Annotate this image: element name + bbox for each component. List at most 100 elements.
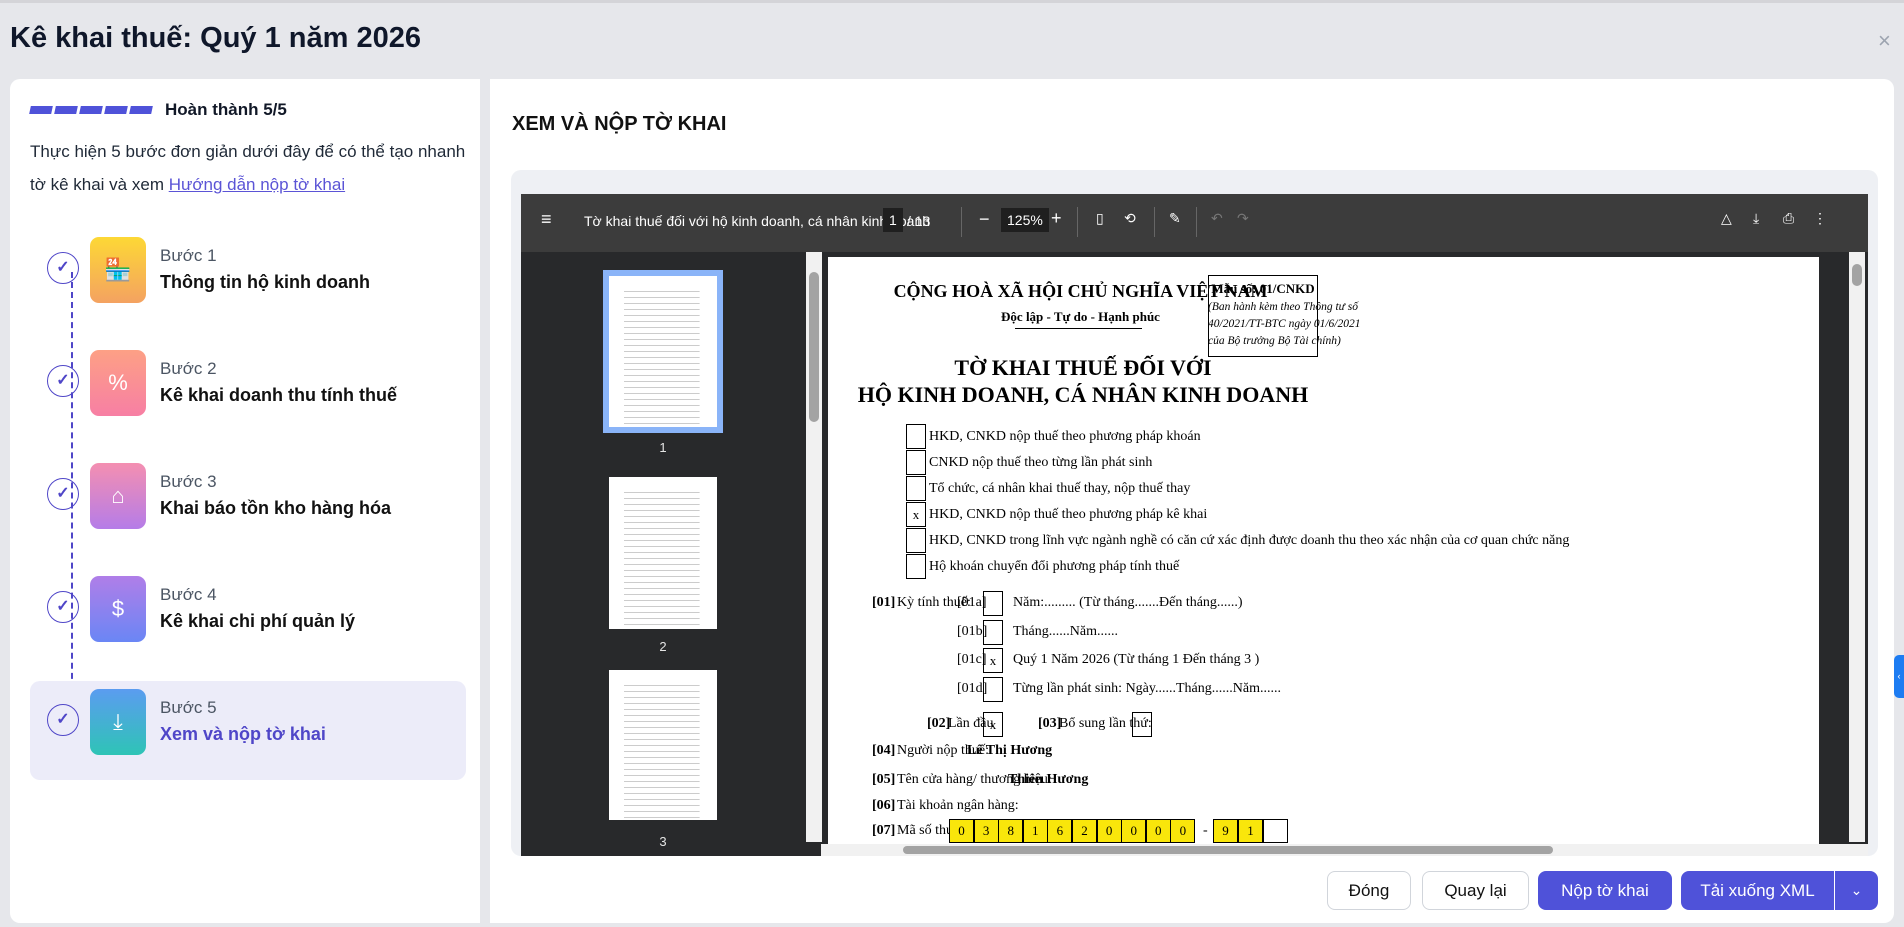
period-checkbox [983, 619, 1003, 645]
pdf-viewer: ≡ Tờ khai thuế đối với hộ kinh doanh, cá… [521, 194, 1868, 856]
supplement-checkbox [1132, 712, 1152, 737]
form-number: Mẫu số: 01/CNKD [1211, 281, 1315, 296]
form-field-text: [03] [1038, 716, 1062, 731]
print-icon[interactable]: ⎙ [1783, 210, 1794, 227]
tax-id-digit: 0 [1145, 819, 1171, 843]
top-border [0, 0, 1904, 3]
tax-id-suffix-digit [1263, 819, 1288, 843]
tax-id-digit: 0 [1121, 819, 1147, 843]
step-item-3[interactable]: ✓ ⌂ Bước 3 Khai báo tồn kho hàng hóa [30, 455, 466, 554]
form-note: (Ban hành kèm theo Thông tư số 40/2021/TT… [1208, 299, 1361, 350]
thumbnail-page-2[interactable] [609, 477, 717, 629]
doc-title-line1: TỜ KHAI THUẾ ĐỐI VỚI [954, 355, 1212, 380]
tax-id-suffix-digit: 9 [1213, 819, 1238, 843]
more-icon[interactable]: ⋮ [1813, 210, 1827, 227]
download-options-dropdown[interactable]: ⌄ [1835, 871, 1878, 910]
redo-icon[interactable]: ↷ [1237, 210, 1249, 227]
check-circle-icon: ✓ [47, 591, 79, 623]
form-field-text: của Bộ trưởng Bộ Tài chính) [1208, 335, 1341, 347]
step-title: Khai báo tồn kho hàng hóa [160, 498, 391, 518]
page-title: Kê khai thuế: Quý 1 năm 2026 [10, 22, 421, 54]
form-field-text: [07] [872, 823, 896, 838]
pdf-toolbar: ≡ Tờ khai thuế đối với hộ kinh doanh, cá… [521, 194, 1868, 252]
period-checkbox: x [983, 648, 1003, 673]
step-item-2[interactable]: ✓ % Bước 2 Kê khai doanh thu tính thuế [30, 342, 466, 441]
download-icon[interactable]: ⤓ [1753, 210, 1759, 227]
thumbnail-label: 3 [659, 834, 667, 849]
page-scrollbar[interactable] [1849, 252, 1865, 842]
period-label: Quý 1 Năm 2026 (Từ tháng 1 Đến tháng 3 ) [1013, 652, 1260, 667]
option-label: HKD, CNKD nộp thuế theo phương pháp kê k… [929, 507, 1208, 522]
rotate-icon[interactable]: ⟲ [1124, 210, 1136, 227]
step-item-1[interactable]: ✓ 🏪 Bước 1 Thông tin hộ kinh doanh [30, 229, 466, 328]
thumbnail-scrollbar[interactable] [806, 252, 822, 842]
download-xml-button[interactable]: Tải xuống XML [1681, 871, 1834, 910]
step-number: Bước 5 [160, 698, 217, 717]
close-button[interactable]: Đóng [1327, 871, 1411, 910]
submit-button[interactable]: Nộp tờ khai [1538, 871, 1672, 910]
page-count: / 13 [907, 213, 931, 229]
description: Thực hiện 5 bước đơn giản dưới đây để có… [30, 135, 470, 201]
tax-id-digit: 0 [949, 819, 974, 843]
option-checkbox [906, 450, 926, 475]
tax-id-digit: 0 [1170, 819, 1196, 843]
undo-icon[interactable]: ↶ [1211, 210, 1223, 227]
section-title: XEM VÀ NỘP TỜ KHAI [512, 113, 727, 135]
period-checkbox [983, 591, 1003, 616]
form-field-text: 40/2021/TT-BTC ngày 01/6/2021 [1208, 318, 1361, 330]
option-checkbox: x [906, 502, 926, 527]
form-field-text: [01] [872, 595, 896, 610]
step-title: Kê khai doanh thu tính thuế [160, 385, 397, 405]
progress-label: Hoàn thành 5/5 [165, 100, 287, 119]
step-number: Bước 3 [160, 472, 217, 491]
option-label: HKD, CNKD trong lĩnh vực ngành nghề có c… [929, 533, 1570, 548]
period-label: Năm:......... (Từ tháng.......Đến tháng.… [1013, 595, 1243, 610]
option-label: HKD, CNKD nộp thuế theo phương pháp khoá… [929, 429, 1201, 444]
doc-title-line2: HỘ KINH DOANH, CÁ NHÂN KINH DOANH [857, 382, 1309, 407]
side-panel-toggle[interactable]: ‹ [1894, 655, 1904, 698]
thumbnail-label: 1 [659, 440, 667, 455]
tax-id-suffix-digit: 1 [1238, 819, 1263, 843]
page-input[interactable]: 1 [883, 208, 903, 232]
thumbnail-page-3[interactable] [609, 670, 717, 820]
form-field-text: [04] [872, 743, 896, 758]
step-number: Bước 2 [160, 359, 217, 378]
steps-panel: Hoàn thành 5/5 Thực hiện 5 bước đơn giản… [10, 79, 480, 923]
form-field-text: [02] [927, 716, 951, 731]
period-label: Từng lần phát sinh: Ngày......Tháng.....… [1013, 680, 1281, 696]
zoom-out-icon[interactable]: − [979, 209, 990, 230]
drive-icon[interactable]: △ [1721, 210, 1732, 227]
option-label: Hộ khoán chuyển đổi phương pháp tính thu… [929, 559, 1180, 574]
warehouse-icon: ⌂ [90, 463, 146, 529]
step-title: Xem và nộp tờ khai [160, 724, 326, 744]
store-icon: 🏪 [90, 237, 146, 303]
check-circle-icon: ✓ [47, 704, 79, 736]
close-icon[interactable]: × [1878, 28, 1891, 54]
step-item-5[interactable]: ✓ ⤓ Bước 5 Xem và nộp tờ khai [30, 681, 466, 780]
zoom-in-icon[interactable]: + [1051, 208, 1062, 229]
form-field-text: (Ban hành kèm theo Thông tư số [1208, 301, 1359, 313]
first-time-checkbox: x [983, 712, 1003, 737]
thumbnail-page-1[interactable] [609, 276, 717, 427]
tax-id-digit: 2 [1072, 819, 1097, 843]
fit-page-icon[interactable]: ▯ [1096, 210, 1104, 227]
period-label: Tháng......Năm...... [1013, 623, 1118, 639]
step-number: Bước 1 [160, 246, 217, 265]
main-panel: XEM VÀ NỘP TỜ KHAI ≡ Tờ khai thuế đối vớ… [490, 79, 1894, 923]
form-field-text: [06] [872, 798, 896, 813]
check-circle-icon: ✓ [47, 365, 79, 397]
clipboard-dollar-icon: $ [90, 576, 146, 642]
menu-icon[interactable]: ≡ [541, 209, 552, 230]
back-button[interactable]: Quay lại [1422, 871, 1529, 910]
step-item-4[interactable]: ✓ $ Bước 4 Kê khai chi phí quản lý [30, 568, 466, 667]
taxpayer-name: Lê Thị Hương [967, 743, 1053, 758]
step-number: Bước 4 [160, 585, 217, 604]
annotate-icon[interactable]: ✎ [1169, 210, 1181, 227]
period-checkbox [983, 676, 1003, 702]
guide-link[interactable]: Hướng dẫn nộp tờ khai [169, 175, 345, 194]
zoom-input[interactable]: 125% [1001, 208, 1049, 232]
file-download-icon: ⤓ [90, 689, 146, 755]
horizontal-scrollbar[interactable] [821, 844, 1868, 856]
option-checkbox [906, 554, 926, 579]
percent-file-icon: % [90, 350, 146, 416]
